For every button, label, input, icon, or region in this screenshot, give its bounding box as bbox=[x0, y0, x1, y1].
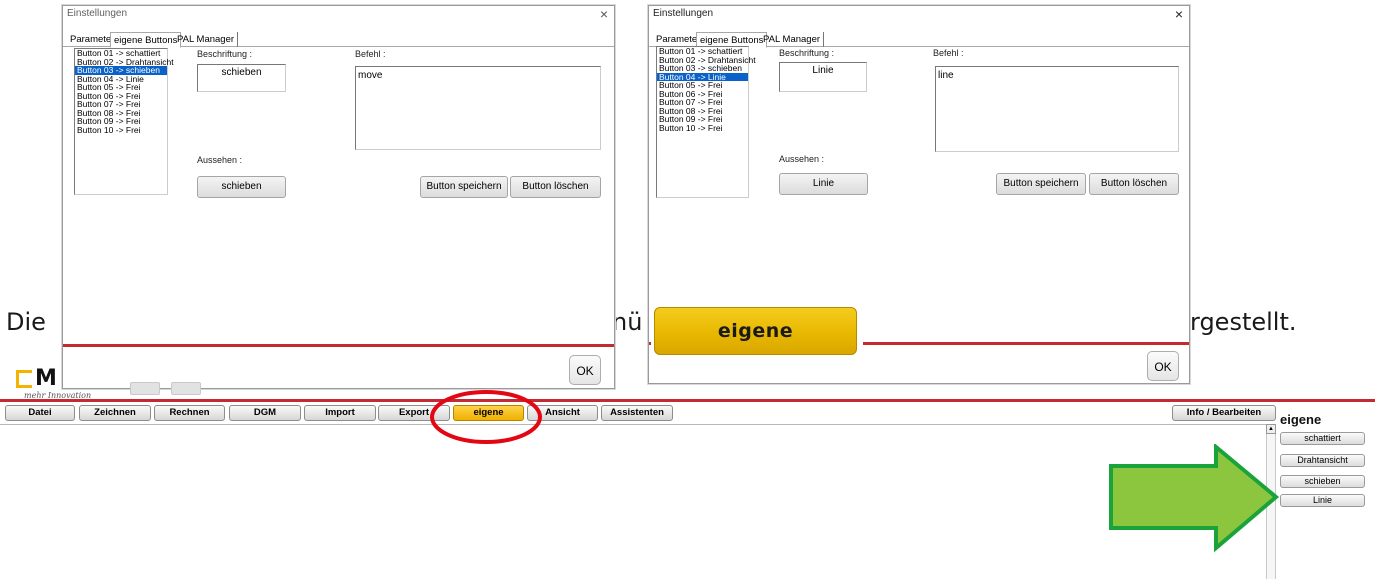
caption-label: Beschriftung : bbox=[779, 48, 835, 58]
list-item[interactable]: Button 10 -> Frei bbox=[75, 125, 167, 135]
quick-button-2[interactable] bbox=[171, 382, 201, 395]
tab-pal-manager[interactable]: PAL Manager bbox=[174, 32, 239, 47]
panel-button-drahtansicht[interactable]: Drahtansicht bbox=[1280, 454, 1365, 467]
caption-label: Beschriftung : bbox=[197, 49, 253, 59]
tab-pal-manager[interactable]: PAL Manager bbox=[760, 32, 825, 47]
ribbon-red-line bbox=[0, 399, 1375, 402]
ribbon-bottom-line bbox=[0, 424, 1270, 425]
caption-input[interactable]: Linie bbox=[779, 62, 867, 92]
menu-datei[interactable]: Datei bbox=[5, 405, 75, 421]
menu-import[interactable]: Import bbox=[304, 405, 376, 421]
pointer-arrow-icon bbox=[1109, 444, 1280, 552]
menu-rechnen[interactable]: Rechnen bbox=[154, 405, 225, 421]
menu-dgm[interactable]: DGM bbox=[229, 405, 301, 421]
panel-button-schieben[interactable]: schieben bbox=[1280, 475, 1365, 488]
save-button[interactable]: Button speichern bbox=[420, 176, 508, 198]
ok-button[interactable]: OK bbox=[569, 355, 601, 385]
menu-assistenten[interactable]: Assistenten bbox=[601, 405, 673, 421]
prose-text-mid: nü bbox=[612, 308, 643, 336]
preview-button[interactable]: Linie bbox=[779, 173, 868, 195]
menu-zeichnen[interactable]: Zeichnen bbox=[79, 405, 151, 421]
panel-title: eigene bbox=[1280, 412, 1322, 427]
look-label: Aussehen : bbox=[197, 155, 243, 165]
list-item[interactable]: Button 10 -> Frei bbox=[657, 123, 748, 133]
command-input[interactable]: move bbox=[355, 66, 601, 150]
ok-button[interactable]: OK bbox=[1147, 351, 1179, 381]
logo-mark-icon bbox=[16, 370, 32, 388]
save-button[interactable]: Button speichern bbox=[996, 173, 1086, 195]
dialog-title: Einstellungen bbox=[67, 8, 128, 19]
delete-button[interactable]: Button löschen bbox=[510, 176, 601, 198]
button-list[interactable]: Button 01 -> schattiert Button 02 -> Drah… bbox=[74, 48, 174, 195]
prose-text-end: rgestellt. bbox=[1190, 308, 1297, 336]
command-label: Befehl : bbox=[933, 48, 964, 58]
logo-letter: M bbox=[35, 366, 57, 391]
tab-bar: Parameter eigene Buttons PAL Manager bbox=[63, 32, 614, 48]
button-list[interactable]: Button 01 -> schattiert Button 02 -> Drah… bbox=[656, 46, 756, 198]
dialog-title: Einstellungen bbox=[653, 8, 714, 19]
panel-button-schattiert[interactable]: schattiert bbox=[1280, 432, 1365, 445]
close-icon[interactable]: × bbox=[1175, 6, 1183, 22]
prose-text-start: Die bbox=[6, 308, 46, 336]
scroll-up-icon[interactable]: ▲ bbox=[1266, 424, 1276, 434]
tab-eigene-buttons[interactable]: eigene Buttons bbox=[110, 32, 182, 48]
look-label: Aussehen : bbox=[779, 154, 825, 164]
caption-input[interactable]: schieben bbox=[197, 64, 286, 92]
panel-button-linie[interactable]: Linie bbox=[1280, 494, 1365, 507]
close-icon[interactable]: × bbox=[600, 6, 608, 22]
command-label: Befehl : bbox=[355, 49, 386, 59]
highlight-circle-icon bbox=[430, 390, 542, 444]
preview-button[interactable]: schieben bbox=[197, 176, 286, 198]
menu-info-bearbeiten[interactable]: Info / Bearbeiten bbox=[1172, 405, 1276, 421]
delete-button[interactable]: Button löschen bbox=[1089, 173, 1179, 195]
command-input[interactable]: line bbox=[935, 66, 1179, 152]
eigene-button-large[interactable]: eigene bbox=[654, 307, 857, 355]
dialog-footer-line bbox=[63, 344, 614, 347]
quick-button-1[interactable] bbox=[130, 382, 160, 395]
settings-dialog-left: Einstellungen × Parameter eigene Buttons… bbox=[62, 5, 615, 389]
tab-bar: Parameter eigene Buttons PAL Manager bbox=[649, 32, 1189, 48]
